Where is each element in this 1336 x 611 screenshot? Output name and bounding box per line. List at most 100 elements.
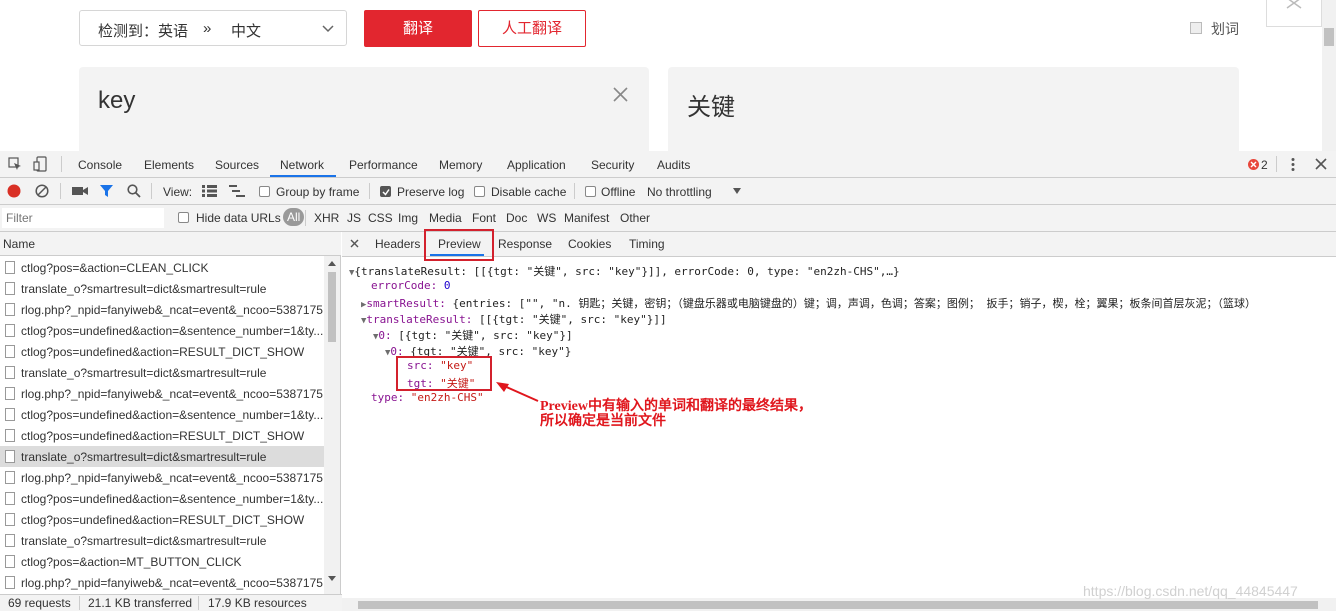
scroll-thumb[interactable]: [328, 272, 336, 342]
value: [{tgt: "关键", src: "key"}]: [398, 329, 573, 342]
json-translateresult[interactable]: ▼translateResult: [[{tgt: "关键", src: "ke…: [361, 311, 667, 327]
group-by-frame-checkbox[interactable]: [259, 186, 270, 197]
tab-audits[interactable]: Audits: [657, 158, 690, 172]
request-name: ctlog?pos=undefined&action=&sentence_num…: [21, 324, 324, 338]
filter-type-ws[interactable]: WS: [537, 211, 556, 225]
scroll-up-icon[interactable]: [328, 261, 336, 266]
request-row[interactable]: ctlog?pos=&action=CLEAN_CLICK: [0, 257, 324, 278]
watermark: https://blog.csdn.net/qq_44845447: [1083, 583, 1298, 599]
scroll-thumb[interactable]: [1324, 28, 1334, 46]
document-icon: [5, 324, 15, 337]
tab-cookies[interactable]: Cookies: [568, 237, 611, 251]
waterfall-icon[interactable]: [229, 185, 245, 197]
dropdown-arrow-icon[interactable]: [733, 188, 741, 194]
divider: [369, 183, 370, 199]
key: translateResult:: [366, 313, 473, 326]
close-devtools-icon[interactable]: [1315, 158, 1327, 170]
request-row[interactable]: rlog.php?_npid=fanyiweb&_ncat=event&_nco…: [0, 572, 324, 593]
tab-memory[interactable]: Memory: [439, 158, 482, 172]
tab-application[interactable]: Application: [507, 158, 566, 172]
large-rows-icon[interactable]: [202, 185, 217, 197]
json-smartresult[interactable]: ▶smartResult: {entries: ["", "n. 钥匙；关键，密…: [361, 295, 1256, 311]
preview-pane: ▼{translateResult: [[{tgt: "关键", src: "k…: [342, 258, 1336, 594]
tab-elements[interactable]: Elements: [144, 158, 194, 172]
json-root[interactable]: ▼{translateResult: [[{tgt: "关键", src: "k…: [349, 263, 900, 279]
request-name: ctlog?pos=undefined&action=RESULT_DICT_S…: [21, 429, 305, 443]
inspect-element-icon[interactable]: [8, 157, 22, 171]
target-text: 关键: [687, 94, 735, 121]
preview-horizontal-scrollbar[interactable]: [342, 598, 1336, 611]
tab-security[interactable]: Security: [591, 158, 634, 172]
device-toolbar-icon[interactable]: [33, 156, 47, 172]
filter-type-doc[interactable]: Doc: [506, 211, 527, 225]
request-row[interactable]: translate_o?smartresult=dict&smartresult…: [0, 446, 324, 467]
human-translate-button[interactable]: 人工翻译: [478, 10, 586, 47]
request-row[interactable]: rlog.php?_npid=fanyiweb&_ncat=event&_nco…: [0, 467, 324, 488]
name-column-header[interactable]: Name: [0, 232, 341, 256]
close-detail-icon[interactable]: [350, 239, 359, 248]
word-select-checkbox[interactable]: [1190, 22, 1202, 34]
search-icon[interactable]: [127, 184, 141, 198]
tab-response[interactable]: Response: [498, 237, 552, 251]
error-icon[interactable]: [1248, 159, 1259, 170]
request-row[interactable]: ctlog?pos=undefined&action=&sentence_num…: [0, 320, 324, 341]
value: [[{tgt: "关键", src: "key"}]]: [479, 313, 667, 326]
request-row[interactable]: rlog.php?_npid=fanyiweb&_ncat=event&_nco…: [0, 383, 324, 404]
source-text-panel[interactable]: key: [79, 67, 649, 151]
request-row[interactable]: translate_o?smartresult=dict&smartresult…: [0, 278, 324, 299]
filter-type-manifest[interactable]: Manifest: [564, 211, 609, 225]
request-name: ctlog?pos=undefined&action=&sentence_num…: [21, 408, 324, 422]
filter-type-other[interactable]: Other: [620, 211, 650, 225]
request-row[interactable]: ctlog?pos=undefined&action=&sentence_num…: [0, 404, 324, 425]
clear-icon[interactable]: [613, 87, 628, 102]
preview-tab-highlight: [424, 229, 494, 261]
filter-type-font[interactable]: Font: [472, 211, 496, 225]
request-row[interactable]: ctlog?pos=undefined&action=RESULT_DICT_S…: [0, 341, 324, 362]
record-icon[interactable]: [7, 184, 21, 198]
request-name: ctlog?pos=&action=CLEAN_CLICK: [21, 261, 209, 275]
tab-headers[interactable]: Headers: [375, 237, 420, 251]
clear-icon[interactable]: [35, 184, 49, 198]
translate-button[interactable]: 翻译: [364, 10, 472, 47]
request-row[interactable]: ctlog?pos=&action=MT_BUTTON_CLICK: [0, 551, 324, 572]
tab-console[interactable]: Console: [78, 158, 122, 172]
tab-sources[interactable]: Sources: [215, 158, 259, 172]
request-row[interactable]: translate_o?smartresult=dict&smartresult…: [0, 362, 324, 383]
request-row[interactable]: ctlog?pos=undefined&action=RESULT_DICT_S…: [0, 425, 324, 446]
value: 0: [443, 279, 451, 292]
request-row[interactable]: ctlog?pos=undefined&action=&sentence_num…: [0, 488, 324, 509]
tab-network[interactable]: Network: [280, 158, 324, 172]
request-row[interactable]: translate_o?smartresult=dict&smartresult…: [0, 530, 324, 551]
request-name: rlog.php?_npid=fanyiweb&_ncat=event&_nco…: [21, 576, 323, 590]
disable-cache-checkbox[interactable]: [474, 186, 485, 197]
throttling-select[interactable]: No throttling: [647, 185, 712, 199]
filter-input[interactable]: [2, 208, 164, 228]
filter-type-xhr[interactable]: XHR: [314, 211, 339, 225]
filter-icon[interactable]: [99, 184, 114, 198]
scroll-thumb[interactable]: [358, 601, 1318, 609]
json-translateresult-0[interactable]: ▼0: [{tgt: "关键", src: "key"}]: [373, 327, 573, 343]
request-row[interactable]: rlog.php?_npid=fanyiweb&_ncat=event&_nco…: [0, 299, 324, 320]
tab-performance[interactable]: Performance: [349, 158, 418, 172]
language-selector[interactable]: 检测到：英语 » 中文: [79, 10, 347, 46]
filter-type-img[interactable]: Img: [398, 211, 418, 225]
filter-type-media[interactable]: Media: [429, 211, 462, 225]
filter-type-css[interactable]: CSS: [368, 211, 393, 225]
annotation-arrow: [496, 382, 539, 402]
offline-checkbox[interactable]: [585, 186, 596, 197]
check-icon: [382, 189, 390, 196]
filter-type-js[interactable]: JS: [347, 211, 361, 225]
capture-screenshots-icon[interactable]: [72, 185, 88, 197]
tab-timing[interactable]: Timing: [629, 237, 665, 251]
request-name: ctlog?pos=undefined&action=&sentence_num…: [21, 492, 324, 506]
document-icon: [5, 261, 15, 274]
more-menu-icon[interactable]: [1290, 157, 1296, 172]
close-panel-button[interactable]: [1266, 0, 1322, 27]
hide-data-urls-checkbox[interactable]: [178, 212, 189, 223]
page-scrollbar[interactable]: [1322, 0, 1336, 151]
scroll-down-icon[interactable]: [328, 576, 336, 581]
request-list-scrollbar[interactable]: [324, 256, 340, 594]
filter-type-all[interactable]: All: [283, 208, 305, 226]
request-row[interactable]: ctlog?pos=undefined&action=RESULT_DICT_S…: [0, 509, 324, 530]
preserve-log-checkbox[interactable]: [380, 186, 391, 197]
